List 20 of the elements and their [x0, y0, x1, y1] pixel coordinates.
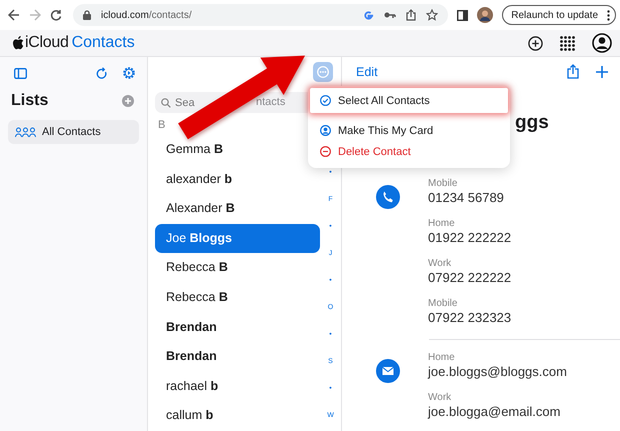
brand-name: iCloud [25, 34, 69, 52]
field-label: Mobile [428, 297, 458, 310]
section-letter: B [157, 118, 166, 134]
field-label: Mobile [428, 177, 458, 190]
field-label: Home [428, 217, 456, 230]
app-title: Contacts [72, 34, 135, 52]
field-value: joe.bloggs@bloggs.com [428, 364, 567, 380]
field-label: Work [428, 391, 452, 404]
field-value: 01922 222222 [428, 230, 512, 246]
field-value: 01234 56789 [428, 190, 505, 206]
field-value: 07922 222222 [428, 270, 512, 286]
field-label: Home [428, 351, 456, 364]
sidebar-item-label: All Contacts [42, 126, 101, 138]
placeholder-text: ntacts [256, 96, 286, 110]
url-text: icloud.com/contacts/ [101, 10, 192, 20]
lists-heading: Lists [11, 92, 48, 110]
field-value: 07922 232323 [428, 310, 512, 326]
field-value: joe.blogga@email.com [428, 404, 562, 420]
field-label: Work [428, 257, 452, 270]
contact-name: ggs [515, 110, 549, 135]
